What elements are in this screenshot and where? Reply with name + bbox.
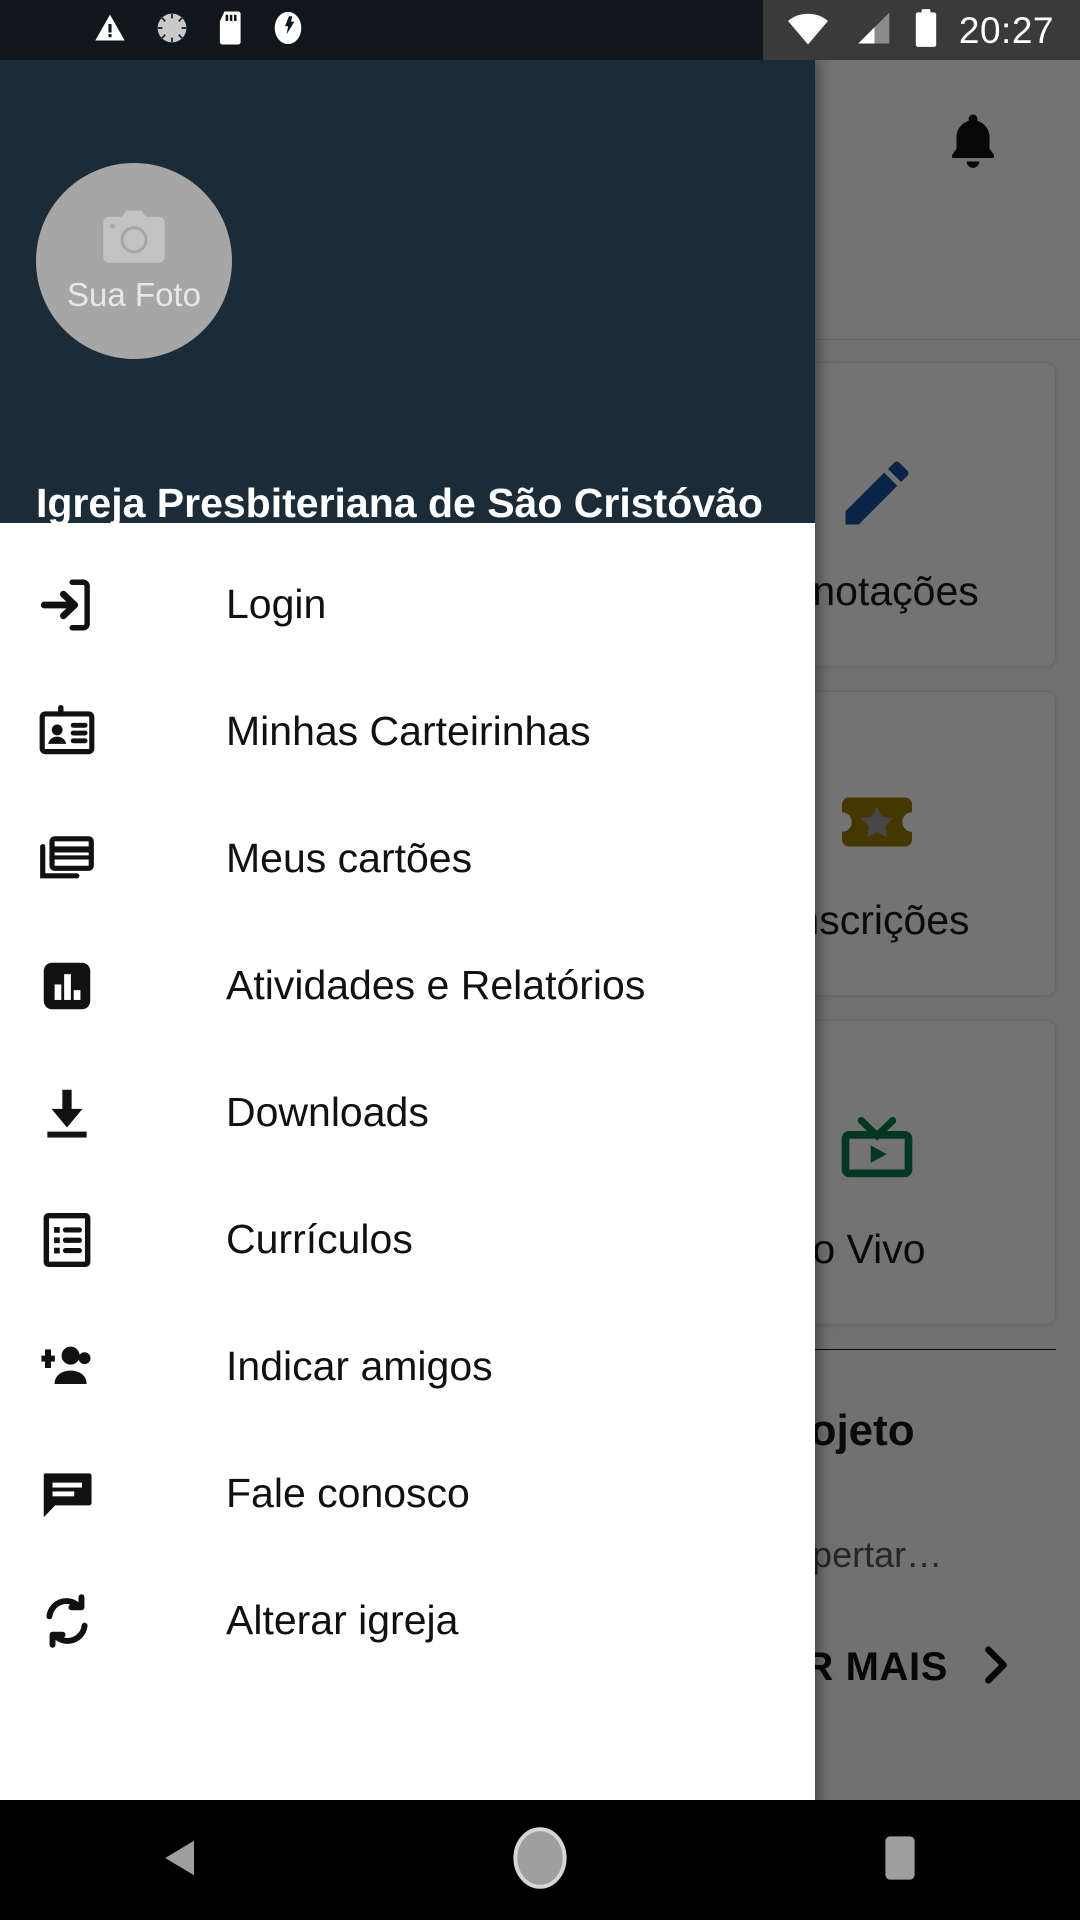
phone-screen: Anotações Inscrições bbox=[0, 0, 1080, 1920]
list-document-icon bbox=[36, 1209, 128, 1271]
menu-item-label: Fale conosco bbox=[226, 1470, 470, 1516]
cards-stack-icon bbox=[36, 828, 128, 890]
church-name: Igreja Presbiteriana de São Cristóvão bbox=[36, 480, 763, 526]
status-bar: 20:27 bbox=[0, 0, 1080, 60]
status-right: 20:27 bbox=[762, 0, 1080, 60]
download-icon bbox=[36, 1082, 128, 1144]
menu-item-login[interactable]: Login bbox=[0, 541, 815, 668]
wifi-icon bbox=[785, 10, 831, 51]
menu-item-label: Meus cartões bbox=[226, 835, 473, 881]
nav-home-button[interactable] bbox=[450, 1800, 630, 1920]
nav-back-button[interactable] bbox=[90, 1800, 270, 1920]
menu-item-meus-cartoes[interactable]: Meus cartões bbox=[0, 795, 815, 922]
menu-item-curriculos[interactable]: Currículos bbox=[0, 1176, 815, 1303]
menu-item-label: Downloads bbox=[226, 1089, 429, 1135]
menu-item-alterar-igreja[interactable]: Alterar igreja bbox=[0, 1557, 815, 1684]
avatar-placeholder-text: Sua Foto bbox=[67, 275, 201, 313]
drawer-menu: Login Minhas Carteirinhas Meus cartões A… bbox=[0, 523, 815, 1684]
battery-icon bbox=[913, 8, 939, 53]
avatar[interactable]: Sua Foto bbox=[36, 163, 232, 359]
menu-item-label: Login bbox=[226, 581, 327, 627]
menu-item-atividades-relatorios[interactable]: Atividades e Relatórios bbox=[0, 922, 815, 1049]
menu-item-downloads[interactable]: Downloads bbox=[0, 1049, 815, 1176]
menu-item-label: Currículos bbox=[226, 1216, 413, 1262]
recents-square-icon bbox=[883, 1834, 917, 1887]
person-add-icon bbox=[36, 1336, 128, 1398]
back-triangle-icon bbox=[160, 1836, 200, 1885]
navigation-drawer: Sua Foto Igreja Presbiteriana de São Cri… bbox=[0, 60, 815, 1840]
bar-chart-icon bbox=[36, 955, 128, 1017]
id-badge-icon bbox=[36, 701, 128, 763]
home-circle-icon bbox=[512, 1826, 568, 1895]
menu-item-label: Alterar igreja bbox=[226, 1597, 459, 1643]
nav-recents-button[interactable] bbox=[810, 1800, 990, 1920]
camera-icon bbox=[100, 209, 168, 270]
status-time: 20:27 bbox=[958, 9, 1054, 51]
menu-item-label: Indicar amigos bbox=[226, 1343, 493, 1389]
menu-item-label: Minhas Carteirinhas bbox=[226, 708, 591, 754]
android-nav-bar bbox=[0, 1800, 1080, 1920]
drawer-header: Sua Foto Igreja Presbiteriana de São Cri… bbox=[0, 60, 815, 526]
status-left-icons bbox=[0, 9, 763, 52]
sync-icon bbox=[36, 1590, 128, 1652]
chat-bubble-icon bbox=[36, 1463, 128, 1525]
login-icon bbox=[36, 574, 128, 636]
warning-triangle-icon bbox=[92, 11, 128, 50]
menu-item-fale-conosco[interactable]: Fale conosco bbox=[0, 1430, 815, 1557]
sd-card-icon bbox=[216, 10, 246, 51]
sync-progress-icon bbox=[154, 10, 190, 51]
menu-item-indicar-amigos[interactable]: Indicar amigos bbox=[0, 1303, 815, 1430]
menu-item-minhas-carteirinhas[interactable]: Minhas Carteirinhas bbox=[0, 668, 815, 795]
cellular-signal-icon bbox=[851, 10, 893, 51]
usb-debug-icon bbox=[272, 9, 304, 52]
menu-item-label: Atividades e Relatórios bbox=[226, 962, 646, 1008]
